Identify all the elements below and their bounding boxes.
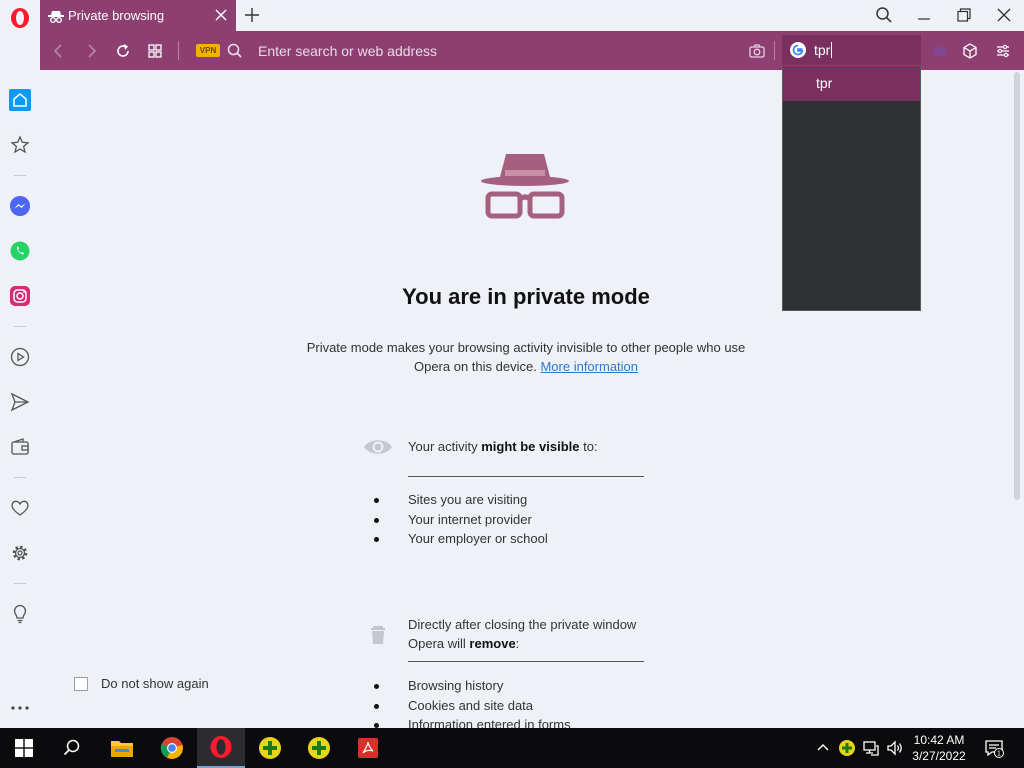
- taskbar-file-explorer[interactable]: [98, 728, 146, 768]
- search-tabs-icon[interactable]: [875, 6, 893, 24]
- sidebar-item-messenger[interactable]: [9, 195, 31, 217]
- taskbar-pdf-reader[interactable]: [344, 728, 392, 768]
- easy-setup-icon[interactable]: [994, 42, 1012, 60]
- text-caret: [831, 42, 833, 58]
- snapshot-camera-icon[interactable]: [748, 42, 766, 60]
- taskbar-opera[interactable]: [197, 728, 245, 768]
- new-tab-icon[interactable]: [244, 7, 260, 23]
- address-input[interactable]: [258, 40, 738, 62]
- toolbar-divider: [178, 41, 179, 60]
- sidebar-item-bookmarks[interactable]: [9, 134, 31, 156]
- taskbar-app-green-1[interactable]: [246, 728, 294, 768]
- remove-section-heading: Directly after closing the private windo…: [408, 617, 637, 651]
- toolbar-divider: [774, 41, 775, 60]
- search-suggestions-panel: tpr: [782, 65, 921, 311]
- close-tab-icon[interactable]: [214, 8, 228, 22]
- section-divider: [408, 476, 644, 477]
- start-button[interactable]: [0, 728, 48, 768]
- clock-date: 3/27/2022: [912, 749, 966, 763]
- green-plus-app-icon: [259, 737, 281, 759]
- notifications-icon[interactable]: 1: [984, 738, 1004, 758]
- sidebar-item-home[interactable]: [9, 89, 31, 111]
- close-window-icon[interactable]: [995, 6, 1013, 24]
- sidebar-divider: [14, 175, 26, 176]
- taskbar-search-button[interactable]: [48, 728, 96, 768]
- removed-data-item: Information entered in forms: [370, 715, 571, 728]
- sidebar-item-whatsapp[interactable]: [9, 240, 31, 262]
- suggestion-item[interactable]: tpr: [783, 66, 920, 101]
- search-popup-input[interactable]: tpr: [782, 35, 921, 65]
- sidebar-item-send[interactable]: [9, 391, 31, 413]
- show-hidden-icons-icon[interactable]: [814, 739, 832, 757]
- minimize-icon[interactable]: [915, 6, 933, 24]
- trash-icon: [371, 626, 385, 644]
- tab-title: Private browsing: [68, 8, 165, 23]
- visible-to-item: Your internet provider: [370, 510, 548, 530]
- section-divider: [408, 661, 644, 662]
- taskbar-chrome[interactable]: [148, 728, 196, 768]
- search-icon: [227, 43, 242, 58]
- sidebar: [0, 70, 40, 728]
- incognito-spy-icon: [481, 154, 569, 219]
- private-mode-icon: [48, 10, 64, 23]
- system-clock[interactable]: 10:42 AM 3/27/2022: [904, 732, 974, 764]
- do-not-show-again-checkbox[interactable]: [74, 676, 88, 691]
- sidebar-item-favorites[interactable]: [9, 497, 31, 519]
- visible-to-item: Your employer or school: [370, 529, 548, 549]
- folder-icon: [111, 741, 133, 757]
- vpn-badge[interactable]: VPN: [196, 44, 220, 57]
- do-not-show-again-option[interactable]: Do not show again: [74, 676, 209, 691]
- notification-count: 1: [997, 751, 1001, 758]
- visible-section-heading: Your activity might be visible to:: [408, 439, 598, 454]
- back-icon[interactable]: [50, 42, 68, 60]
- visible-to-item: Sites you are visiting: [370, 490, 548, 510]
- taskbar-app-green-2[interactable]: [295, 728, 343, 768]
- title-bar: Private browsing: [0, 0, 1024, 31]
- sidebar-item-tips[interactable]: [9, 603, 31, 625]
- tab-private-browsing[interactable]: Private browsing: [40, 0, 236, 31]
- opera-icon: [210, 736, 232, 758]
- forward-icon[interactable]: [82, 42, 100, 60]
- sidebar-item-player[interactable]: [9, 346, 31, 368]
- reload-icon[interactable]: [114, 42, 132, 60]
- chrome-icon: [160, 737, 183, 759]
- remove-list: Browsing history Cookies and site data Inf…: [370, 676, 571, 728]
- extensions-cube-icon[interactable]: [961, 42, 979, 60]
- tabs-overview-icon[interactable]: [146, 42, 164, 60]
- sidebar-divider: [14, 477, 26, 478]
- google-icon: [790, 42, 806, 58]
- do-not-show-again-label: Do not show again: [101, 676, 209, 691]
- more-information-link[interactable]: More information: [540, 359, 638, 374]
- search-icon: [63, 739, 80, 756]
- restore-icon[interactable]: [955, 6, 973, 24]
- sidebar-divider: [14, 583, 26, 584]
- network-icon[interactable]: [862, 739, 880, 757]
- wallet-toolbar-icon[interactable]: [931, 42, 949, 60]
- page-description: Private mode makes your browsing activit…: [306, 338, 746, 376]
- sidebar-item-settings[interactable]: [9, 542, 31, 564]
- green-plus-tray-icon[interactable]: [838, 739, 856, 757]
- visible-to-list: Sites you are visiting Your internet prov…: [370, 490, 548, 549]
- removed-data-item: Browsing history: [370, 676, 571, 696]
- windows-taskbar: 10:42 AM 3/27/2022 1: [0, 728, 1024, 768]
- eye-icon: [364, 440, 392, 454]
- removed-data-item: Cookies and site data: [370, 696, 571, 716]
- pdf-icon: [358, 738, 378, 758]
- clock-time: 10:42 AM: [913, 733, 965, 747]
- windows-logo-icon: [15, 739, 33, 757]
- page-scrollbar[interactable]: [1014, 72, 1020, 500]
- sidebar-item-instagram[interactable]: [9, 285, 31, 307]
- green-plus-app-icon: [308, 737, 330, 759]
- sidebar-item-more[interactable]: [9, 697, 31, 719]
- search-query: tpr: [814, 42, 831, 58]
- description-text: Private mode makes your browsing activit…: [306, 340, 746, 374]
- sidebar-divider: [14, 326, 26, 327]
- opera-menu-icon[interactable]: [10, 7, 30, 29]
- volume-icon[interactable]: [886, 739, 904, 757]
- sidebar-item-wallet[interactable]: [9, 436, 31, 458]
